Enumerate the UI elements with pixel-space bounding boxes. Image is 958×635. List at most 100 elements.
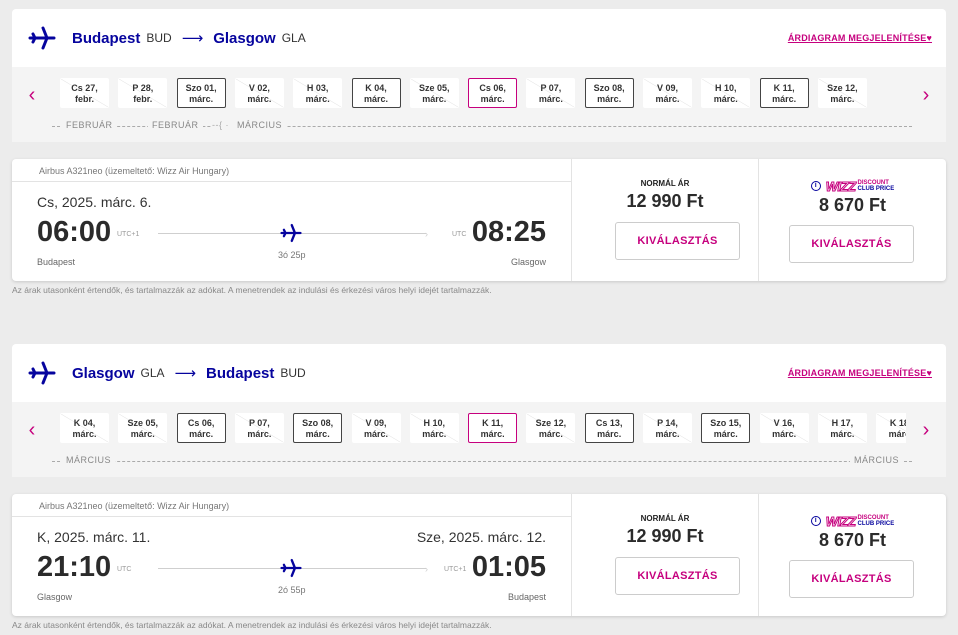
month-separator: --{ ·	[212, 120, 233, 130]
info-icon[interactable]: i	[810, 516, 821, 526]
date-day: V 02,	[248, 83, 270, 93]
date-option: K 04, márc.	[60, 413, 109, 443]
date-day: K 04,	[73, 418, 96, 428]
date-month: febr.	[133, 94, 153, 104]
date-month: febr.	[74, 94, 94, 104]
date-day: Sze 05,	[127, 418, 159, 428]
date-month: márc.	[363, 94, 389, 104]
date-month: márc.	[597, 94, 622, 104]
departure-timezone: UTC	[117, 566, 132, 573]
date-month: márc.	[130, 429, 155, 439]
wizz-logo: WIZZ	[825, 178, 856, 194]
date-option: Sze 05, márc.	[118, 413, 168, 443]
normal-fare: NORMÁL ÁR 12 990 Ft KIVÁLASZTÁS	[572, 159, 758, 281]
date-option[interactable]: Szo 15, márc.	[701, 413, 751, 443]
date-month: márc.	[655, 94, 680, 104]
date-day: K 11,	[482, 418, 504, 428]
date-month: márc.	[422, 429, 447, 439]
chevron-left-icon[interactable]: ‹	[22, 83, 42, 107]
plane-icon	[28, 361, 56, 385]
month-row: MÁRCIUS MÁRCIUS	[52, 455, 912, 467]
inbound-flight-card: Airbus A321neo (üzemeltető: Wizz Air Hun…	[12, 494, 946, 616]
club-fare: i WIZZ DISCOUNT CLUB PRICE 8 670 Ft KIVÁL…	[759, 159, 946, 281]
arrival-time: 08:25	[471, 216, 546, 248]
date-day: Cs 06,	[187, 418, 215, 428]
date-day: K 18,	[889, 418, 906, 428]
inbound-route-header: Glasgow GLA ⟶ Budapest BUD ÁRDIAGRAM MEG…	[12, 344, 946, 402]
date-month: márc.	[305, 94, 330, 104]
date-month: márc.	[538, 429, 563, 439]
origin-code: BUD	[146, 31, 172, 45]
date-option[interactable]: Szo 08, márc.	[293, 413, 343, 443]
month-label: MÁRCIUS	[233, 120, 287, 130]
date-day: P 14,	[657, 418, 678, 428]
outbound-date-strip: ‹ Cs 27, febr. P 28, febr. Szo 01, márc. V 02,…	[12, 67, 946, 142]
date-option[interactable]: Cs 06, márc.	[468, 78, 518, 108]
aircraft-info: Airbus A321neo (üzemeltető: Wizz Air Hun…	[39, 501, 230, 511]
date-month: márc.	[713, 429, 738, 439]
arrival-city: Budapest	[507, 592, 546, 602]
date-option[interactable]: Cs 06, márc.	[176, 413, 226, 443]
date-option: V 02, márc.	[234, 78, 284, 108]
price-chart-link[interactable]: ÁRDIAGRAM MEGJELENÍTÉSE♥	[788, 368, 932, 378]
date-option[interactable]: Szo 08, márc.	[584, 78, 634, 108]
date-month: márc.	[655, 429, 680, 439]
date-day: H 10,	[423, 418, 446, 428]
departure-date: Cs, 2025. márc. 6.	[37, 194, 152, 210]
club-badge: i WIZZ DISCOUNT CLUB PRICE	[759, 513, 946, 529]
price-chart-link[interactable]: ÁRDIAGRAM MEGJELENÍTÉSE♥	[788, 33, 932, 43]
date-month: márc.	[772, 429, 797, 439]
select-club-button[interactable]: KIVÁLASZTÁS	[789, 225, 914, 263]
date-option: H 03, márc.	[293, 78, 343, 108]
chevron-left-icon[interactable]: ‹	[22, 418, 42, 442]
date-day: P 07,	[540, 83, 562, 93]
flight-duration: 3ó 25p	[278, 250, 306, 260]
month-label: FEBRUÁR	[62, 120, 117, 130]
club-fare: i WIZZ DISCOUNT CLUB PRICE 8 670 Ft KIVÁL…	[759, 494, 946, 616]
outbound-flight-card: Airbus A321neo (üzemeltető: Wizz Air Hun…	[12, 159, 946, 281]
date-month: márc.	[247, 94, 272, 104]
month-divider	[52, 461, 912, 462]
chevron-right-icon[interactable]: ›	[916, 83, 936, 107]
date-option: K 18,márc.	[876, 413, 906, 443]
date-option: P 07, márc.	[234, 413, 284, 443]
date-day: Szo 01,	[185, 83, 217, 93]
month-label: FEBRUÁR	[148, 120, 203, 130]
date-month: márc.	[888, 429, 906, 439]
date-option[interactable]: Szo 01, márc.	[176, 78, 226, 108]
date-option[interactable]: Cs 13, márc.	[584, 413, 634, 443]
date-day: V 09,	[365, 418, 387, 428]
date-option: P 07, márc.	[526, 78, 576, 108]
date-day: P 28,	[132, 83, 154, 93]
select-club-button[interactable]: KIVÁLASZTÁS	[789, 560, 914, 598]
departure-date: K, 2025. márc. 11.	[37, 529, 151, 545]
date-option: H 10, márc.	[409, 413, 459, 443]
date-option[interactable]: K 04, márc.	[351, 78, 401, 108]
info-icon[interactable]: i	[810, 181, 821, 191]
chevron-right-icon[interactable]: ›	[916, 418, 936, 442]
select-normal-button[interactable]: KIVÁLASZTÁS	[615, 222, 740, 260]
route-title: Glasgow GLA ⟶ Budapest BUD	[72, 364, 316, 383]
date-day: Sze 05,	[419, 83, 450, 93]
date-month: márc.	[189, 429, 214, 439]
departure-time: 06:00	[37, 216, 112, 248]
select-normal-button[interactable]: KIVÁLASZTÁS	[615, 557, 740, 595]
destination-code: GLA	[281, 31, 306, 45]
date-option: H 10, márc.	[701, 78, 751, 108]
date-option: P 28, febr.	[118, 78, 168, 108]
club-price: 8 670 Ft	[818, 530, 887, 550]
arrival-city: Glasgow	[510, 257, 546, 267]
normal-price-label: NORMÁL ÁR	[640, 179, 690, 188]
club-logo-text: DISCOUNT CLUB PRICE	[857, 515, 895, 527]
date-day: Sze 12,	[535, 418, 567, 428]
date-option: V 09, márc.	[643, 78, 692, 108]
departure-city: Glasgow	[37, 592, 73, 602]
date-option[interactable]: K 11, márc.	[759, 78, 809, 108]
inbound-date-strip: ‹ K 04, márc. Sze 05, márc. Cs 06, márc. P 07,…	[12, 402, 946, 477]
date-month: márc.	[713, 94, 738, 104]
arrival-timezone: UTC	[452, 231, 467, 238]
normal-price: 12 990 Ft	[626, 526, 704, 546]
date-day: K 04,	[365, 83, 387, 93]
departure-city: Budapest	[37, 257, 76, 267]
date-option[interactable]: K 11, márc.	[468, 413, 518, 443]
